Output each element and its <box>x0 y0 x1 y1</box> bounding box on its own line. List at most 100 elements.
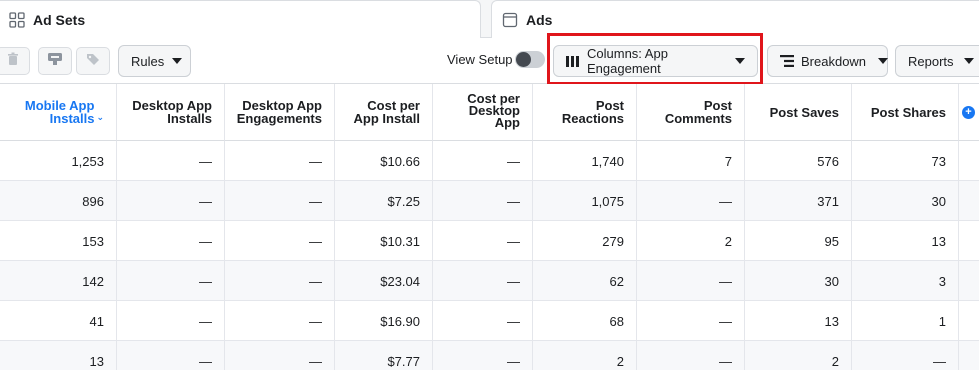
breakdown-dropdown[interactable]: Breakdown <box>767 45 889 77</box>
tag-icon <box>86 52 100 71</box>
table-cell: 95 <box>745 221 852 261</box>
tab-strip: Ad Sets Ads <box>0 0 979 38</box>
table-cell: 7 <box>637 141 745 181</box>
table-cell: — <box>433 221 533 261</box>
column-header-desktop-app-installs[interactable]: Desktop App Installs <box>117 84 225 141</box>
table-cell: 1 <box>852 301 959 341</box>
table-cell: — <box>433 141 533 181</box>
table-cell: — <box>225 141 335 181</box>
table-cell: 13 <box>0 341 117 370</box>
header-line: Comments <box>664 111 732 126</box>
table-row[interactable]: 13— — $7.77—2—2— <box>0 341 979 370</box>
table-cell: 30 <box>745 261 852 301</box>
table-cell: 3 <box>852 261 959 301</box>
table-cell: $10.31 <box>335 221 433 261</box>
table-cell: 13 <box>852 221 959 261</box>
chevron-down-icon <box>878 58 889 64</box>
table-cell: — <box>225 181 335 221</box>
columns-highlight-box <box>547 33 763 85</box>
table-cell: — <box>225 301 335 341</box>
header-line: Post Saves <box>769 104 839 120</box>
table-row[interactable]: 1,253— — $10.66—1,740 7 576 73 <box>0 141 979 181</box>
tag-button[interactable] <box>76 47 110 75</box>
column-header-post-shares[interactable]: Post Shares <box>852 84 959 141</box>
table-cell: 576 <box>745 141 852 181</box>
table-cell: — <box>637 341 745 370</box>
reports-dropdown[interactable]: Reports <box>895 45 979 77</box>
table-cell: 62 <box>533 261 637 301</box>
table-cell: — <box>433 301 533 341</box>
table-cell: 1,740 <box>533 141 637 181</box>
table-cell: 371 <box>745 181 852 221</box>
toolbar: Rules View Setup Columns: App Engagement… <box>0 38 979 84</box>
table-cell: 142 <box>0 261 117 301</box>
table-cell: 73 <box>852 141 959 181</box>
table-cell: — <box>852 341 959 370</box>
table-cell: — <box>433 181 533 221</box>
table-cell: — <box>117 261 225 301</box>
sort-descending-icon: ⌄ <box>96 112 104 122</box>
delete-button[interactable] <box>0 47 30 75</box>
header-line: Post Shares <box>870 104 946 120</box>
table-row[interactable]: 153— — $10.31—279 2 95 13 <box>0 221 979 261</box>
duplicate-button[interactable] <box>38 47 72 75</box>
table-cell: — <box>117 301 225 341</box>
table-cell: $16.90 <box>335 301 433 341</box>
header-line: App Install <box>353 111 420 126</box>
header-line: App <box>494 115 520 130</box>
table-cell: — <box>225 221 335 261</box>
column-header-cost-per-desktop-app[interactable]: Cost per Desktop App <box>433 84 533 141</box>
table-cell: $7.77 <box>335 341 433 370</box>
column-header-cost-per-app-install[interactable]: Cost per App Install <box>335 84 433 141</box>
table-cell: — <box>637 181 745 221</box>
table-cell: — <box>433 341 533 370</box>
view-setup-label: View Setup <box>447 52 513 67</box>
table-cell: 1,253 <box>0 141 117 181</box>
reports-label: Reports <box>908 53 954 69</box>
view-setup-toggle[interactable] <box>515 51 545 68</box>
header-line: Installs <box>167 111 212 126</box>
table-cell: — <box>117 221 225 261</box>
toggle-knob <box>516 52 531 67</box>
table-cell: 41 <box>0 301 117 341</box>
table-cell: — <box>433 261 533 301</box>
column-header-desktop-app-engagements[interactable]: Desktop App Engagements <box>225 84 335 141</box>
table-cell: — <box>117 341 225 370</box>
duplicate-icon <box>47 52 63 71</box>
breakdown-label: Breakdown <box>801 53 867 69</box>
table-cell: 279 <box>533 221 637 261</box>
rules-label: Rules <box>131 53 165 69</box>
header-line: Engagements <box>236 111 322 126</box>
breakdown-icon <box>780 55 794 67</box>
table-row[interactable]: 142— — $23.04—62—30 3 <box>0 261 979 301</box>
table-cell: 153 <box>0 221 117 261</box>
column-header-mobile-app-installs[interactable]: Mobile App Installs ⌄ <box>0 84 117 141</box>
table-cell: 896 <box>0 181 117 221</box>
adsets-grid-icon <box>9 11 25 28</box>
rules-dropdown[interactable]: Rules <box>118 45 191 77</box>
tab-ad-sets[interactable]: Ad Sets <box>0 0 481 38</box>
chevron-down-icon <box>172 58 183 64</box>
add-column-icon[interactable]: + <box>962 106 975 119</box>
table-cell: 68 <box>533 301 637 341</box>
table-cell: 1,075 <box>533 181 637 221</box>
table-cell: 2 <box>745 341 852 370</box>
header-line: Reactions <box>561 111 624 126</box>
table-cell: $10.66 <box>335 141 433 181</box>
table-cell: $23.04 <box>335 261 433 301</box>
table-cell: $7.25 <box>335 181 433 221</box>
table-cell: — <box>637 301 745 341</box>
chevron-down-icon <box>963 58 974 64</box>
table-row[interactable]: 896— — $7.25—1,075—371 30 <box>0 181 979 221</box>
table-cell: — <box>225 261 335 301</box>
table-row[interactable]: 41— — $16.90—68—13 1 <box>0 301 979 341</box>
table-cell: 2 <box>637 221 745 261</box>
column-header-post-saves[interactable]: Post Saves <box>745 84 852 141</box>
column-header-post-comments[interactable]: Post Comments <box>637 84 745 141</box>
table-cell: — <box>225 341 335 370</box>
column-header-post-reactions[interactable]: Post Reactions <box>533 84 637 141</box>
tab-ads-label: Ads <box>526 11 553 28</box>
table-cell: 2 <box>533 341 637 370</box>
tab-ad-sets-label: Ad Sets <box>33 11 86 28</box>
header-line: Installs <box>49 111 95 126</box>
